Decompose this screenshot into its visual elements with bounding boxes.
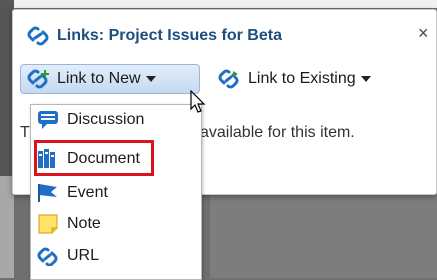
link-to-new-button[interactable]: Link to New [20,64,200,94]
link-existing-icon [218,69,239,89]
background-top [0,0,437,8]
link-to-new-menu: Discussion Document Event Note URL [30,104,202,280]
menu-item-label: Discussion [67,111,145,128]
discussion-icon [38,111,58,129]
url-link-icon [37,247,58,266]
link-to-existing-button[interactable]: Link to Existing [218,64,371,94]
menu-item-event[interactable]: Event [37,178,197,208]
chevron-down-icon [360,76,371,82]
chevron-down-icon [145,76,156,82]
document-highlight-box [34,140,154,176]
menu-item-label: Event [67,184,108,201]
event-flag-icon [38,184,57,202]
link-to-existing-label: Link to Existing [248,70,356,87]
dialog-header: Links: Project Issues for Beta [27,24,282,48]
note-icon [38,214,58,234]
menu-item-label: URL [67,247,100,264]
menu-item-note[interactable]: Note [37,209,197,239]
dialog-title: Links: Project Issues for Beta [57,27,282,44]
menu-item-url[interactable]: URL [37,241,197,271]
close-icon[interactable]: × [418,23,429,43]
add-link-icon [27,69,49,89]
menu-item-discussion[interactable]: Discussion [37,105,197,135]
mouse-pointer-icon [190,90,206,113]
background-right [210,192,437,278]
status-text-start: T [20,124,30,141]
status-text-end: available for this item. [200,124,355,141]
link-to-new-label: Link to New [57,70,141,87]
link-chain-icon [27,26,49,46]
menu-item-label: Note [67,215,101,232]
